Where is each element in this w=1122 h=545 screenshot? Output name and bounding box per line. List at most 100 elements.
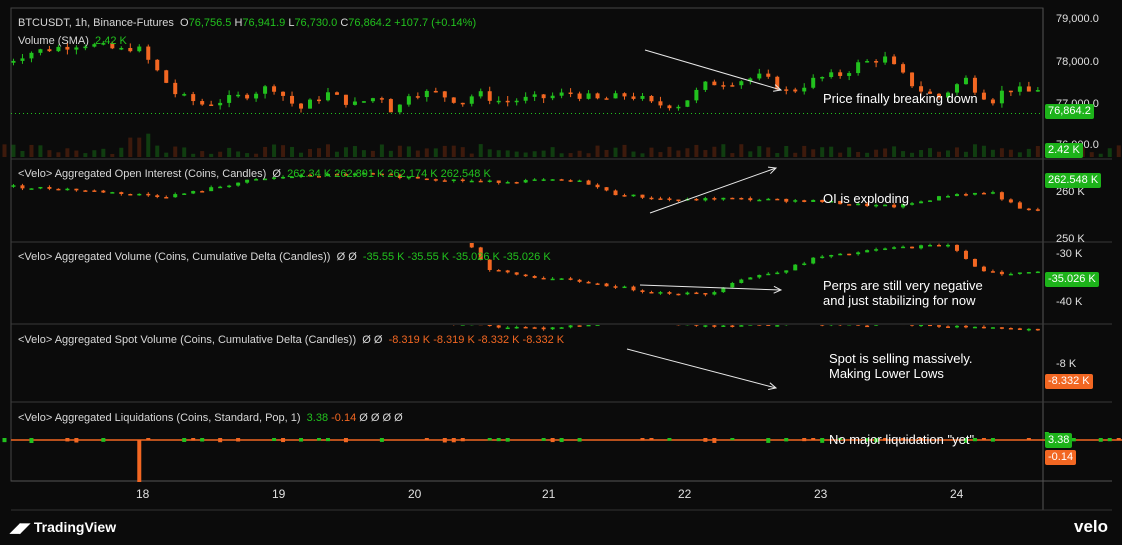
oi-candle <box>532 179 537 181</box>
volume-bar <box>20 150 25 157</box>
price-candle <box>200 101 205 105</box>
volume-bar <box>101 148 106 157</box>
oi-value-low: 262.174 K <box>387 168 438 180</box>
oi-candle <box>550 179 555 181</box>
volume-bar <box>209 153 214 157</box>
price-candle <box>1090 93 1094 95</box>
oi-candle <box>1108 212 1112 214</box>
volume-bar <box>568 153 573 157</box>
volume-bar <box>577 150 582 157</box>
annotation-spot-1: Spot is selling massively. <box>829 351 973 366</box>
price-candle <box>1108 97 1112 99</box>
price-candle <box>990 99 995 104</box>
volume-bar <box>541 150 546 157</box>
perp-candle <box>892 247 897 249</box>
volume-bar <box>811 149 816 157</box>
price-candle <box>514 100 519 103</box>
volume-bar <box>694 144 699 157</box>
oi-candle <box>990 192 995 194</box>
spot-candle <box>614 322 618 324</box>
annotation-price: Price finally breaking down <box>823 91 978 106</box>
volume-value: 2.42 K <box>95 35 127 47</box>
volume-bar <box>469 153 474 157</box>
spot-candle <box>299 318 303 320</box>
spot-candle <box>155 317 159 319</box>
liq-bar <box>1071 438 1076 442</box>
oi-candle <box>793 200 798 202</box>
volume-bar <box>730 153 735 157</box>
oi-candle <box>236 182 241 186</box>
perp-candle <box>425 233 429 235</box>
liq-bar <box>667 438 672 441</box>
oi-candle <box>622 195 627 197</box>
oi-candle <box>128 193 133 196</box>
volume-bar <box>658 152 663 157</box>
volume-bar <box>981 145 986 157</box>
volume-bar <box>218 151 223 157</box>
liq-bar <box>424 438 429 441</box>
volume-bar <box>505 150 510 157</box>
perp-candle <box>658 292 663 294</box>
oi-candle <box>963 194 968 196</box>
volume-bar <box>550 147 555 157</box>
price-candle <box>397 104 402 113</box>
volume-bar <box>47 150 52 157</box>
price-candle <box>74 47 79 50</box>
price-candle <box>1008 90 1013 93</box>
volume-bar <box>595 145 600 157</box>
perp-candle <box>694 292 699 295</box>
perp-candle <box>874 249 879 251</box>
volume-bar <box>254 153 259 157</box>
perp-candle <box>649 292 654 294</box>
price-candle <box>254 93 259 99</box>
spot-candle <box>963 325 968 328</box>
volume-bar <box>685 148 690 157</box>
price-candle <box>146 46 151 60</box>
oi-candle <box>775 198 780 201</box>
x-tick-19: 19 <box>272 487 286 501</box>
volume-bar <box>972 144 977 157</box>
oi-candle <box>1117 212 1121 214</box>
spot-candle <box>865 325 870 328</box>
spot-candle <box>353 317 357 319</box>
price-candle <box>2 63 6 65</box>
oi-candle <box>577 180 582 182</box>
perp-candle <box>407 232 411 234</box>
oi-candle <box>1008 199 1013 203</box>
perp-candle <box>92 220 96 222</box>
volume-bar <box>38 145 43 157</box>
oi-value-open: 262.34 K <box>287 168 332 180</box>
oi-candle <box>568 180 573 182</box>
oi-candle <box>137 193 142 196</box>
perp-candle <box>883 248 888 250</box>
spot-candle <box>954 325 959 328</box>
perp-candle <box>245 227 249 229</box>
perp-legend: <Velo> Aggregated Volume (Coins, Cumulat… <box>18 251 551 263</box>
perp-candle <box>829 254 834 257</box>
spot-candle <box>532 327 537 329</box>
perp-candle <box>766 273 771 276</box>
price-candle <box>487 91 492 101</box>
spot-candle <box>586 325 591 327</box>
oi-candle <box>667 198 672 200</box>
volume-bar <box>110 153 115 157</box>
price-candle <box>281 91 286 96</box>
spot-candle <box>29 311 33 313</box>
x-tick-20: 20 <box>408 487 422 501</box>
price-candle <box>622 93 627 97</box>
perp-candle <box>416 232 420 234</box>
spot-candle <box>74 314 78 316</box>
oi-candle <box>919 201 924 204</box>
volume-bar <box>963 151 968 157</box>
oi-candle <box>92 190 97 192</box>
volume-bar <box>784 146 789 157</box>
oi-candle <box>101 190 106 193</box>
volume-bar <box>676 150 681 157</box>
x-tick-21: 21 <box>542 487 556 501</box>
spot-candle <box>362 317 366 319</box>
oi-candle <box>730 197 735 200</box>
volume-bar <box>883 148 888 157</box>
oi-candle <box>640 194 645 198</box>
volume-bar <box>910 152 915 157</box>
spot-candle <box>577 325 582 327</box>
